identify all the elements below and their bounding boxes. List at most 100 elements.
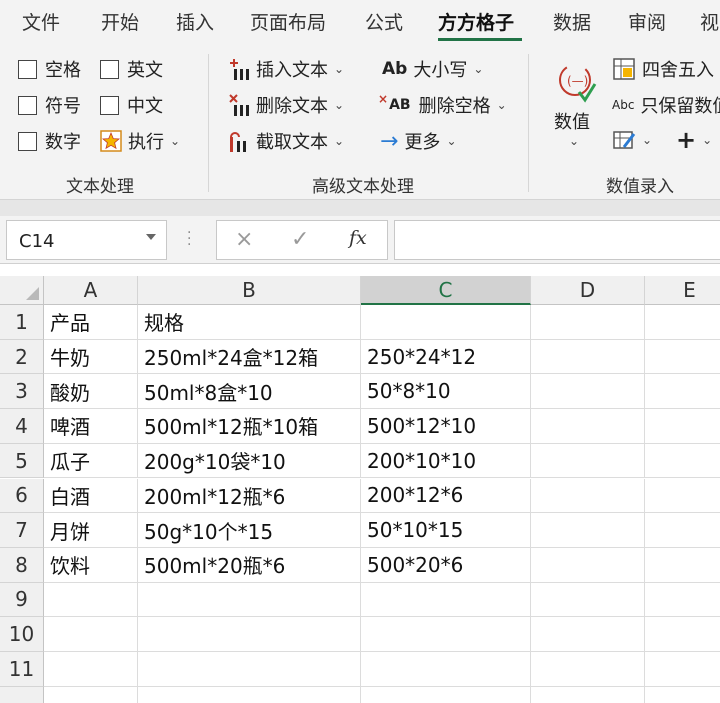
cell-b2[interactable]: 250ml*24盒*12箱	[138, 339, 361, 375]
cell-d9[interactable]	[531, 582, 645, 618]
round-button[interactable]: 四舍五入	[612, 56, 714, 82]
cell-c2[interactable]: 250*24*12	[361, 339, 531, 375]
cell-d4[interactable]	[531, 409, 645, 444]
cell-e3[interactable]	[645, 374, 720, 410]
cell-e2[interactable]	[645, 340, 720, 375]
cell-d10[interactable]	[531, 617, 645, 652]
cell-b12[interactable]	[138, 686, 361, 703]
insert-function-icon[interactable]: fx	[349, 227, 367, 249]
cell-b6[interactable]: 200ml*12瓶*6	[138, 478, 361, 514]
insert-text-button[interactable]: 插入文本 ⌄	[228, 56, 344, 82]
delete-text-button[interactable]: 删除文本 ⌄	[228, 92, 344, 118]
cell-c8[interactable]: 500*20*6	[361, 547, 531, 583]
cell-c11[interactable]	[361, 652, 531, 687]
cell-c9[interactable]	[361, 582, 531, 618]
checkbox-english[interactable]: 英文	[100, 56, 163, 82]
value-button[interactable]: (—) 数值 ⌄	[548, 60, 604, 164]
cell-e11[interactable]	[645, 652, 720, 687]
extract-text-button[interactable]: 截取文本 ⌄	[228, 128, 344, 154]
checkbox-chinese[interactable]: 中文	[100, 92, 163, 118]
case-button[interactable]: Ab 大小写 ⌄	[382, 56, 483, 82]
column-header-a[interactable]: A	[44, 276, 138, 305]
tab-formulas[interactable]: 公式	[365, 8, 403, 35]
row-header[interactable]: 9	[0, 582, 44, 618]
cell-a2[interactable]: 牛奶	[44, 339, 138, 375]
checkbox-box[interactable]	[18, 131, 37, 151]
cell-e5[interactable]	[645, 444, 720, 479]
cell-e9[interactable]	[645, 583, 720, 618]
cell-b9[interactable]	[138, 582, 361, 618]
row-header[interactable]: 7	[0, 513, 44, 548]
tab-page-layout[interactable]: 页面布局	[250, 8, 326, 35]
cell-c12[interactable]	[361, 686, 531, 703]
cell-d7[interactable]	[531, 513, 645, 548]
tab-insert[interactable]: 插入	[176, 8, 214, 35]
cancel-icon[interactable]: ×	[235, 227, 253, 252]
cell-e7[interactable]	[645, 513, 720, 548]
cell-d3[interactable]	[531, 374, 645, 410]
checkbox-number[interactable]: 数字	[18, 128, 81, 154]
cell-a3[interactable]: 酸奶	[44, 374, 138, 410]
cell-a1[interactable]: 产品	[44, 305, 138, 340]
cell-e10[interactable]	[645, 617, 720, 652]
cell-c1[interactable]	[361, 305, 531, 340]
cell-c4[interactable]: 500*12*10	[361, 409, 531, 444]
cell-d8[interactable]	[531, 547, 645, 583]
cell-d11[interactable]	[531, 652, 645, 687]
cell-e6[interactable]	[645, 479, 720, 514]
row-header[interactable]: 4	[0, 409, 44, 444]
cell-e4[interactable]	[645, 409, 720, 444]
row-header[interactable]: 10	[0, 617, 44, 652]
cell-d12[interactable]	[531, 686, 645, 703]
table-edit-button[interactable]: ⌄	[612, 128, 652, 152]
cell-e1[interactable]	[645, 305, 720, 340]
cell-a11[interactable]	[44, 652, 138, 687]
drag-handle-icon[interactable]: · · ·	[187, 226, 191, 252]
cell-b10[interactable]	[138, 617, 361, 652]
cell-b5[interactable]: 200g*10袋*10	[138, 443, 361, 479]
cell-a10[interactable]	[44, 617, 138, 652]
checkbox-box[interactable]	[18, 95, 37, 115]
formula-input[interactable]	[394, 220, 720, 260]
checkbox-space[interactable]: 空格	[18, 56, 81, 82]
row-header[interactable]: 3	[0, 374, 44, 410]
cell-b11[interactable]	[138, 652, 361, 687]
row-header[interactable]: 1	[0, 305, 44, 340]
cell-b7[interactable]: 50g*10个*15	[138, 513, 361, 548]
tab-fangfang-gezi[interactable]: 方方格子	[438, 8, 514, 35]
cell-e12[interactable]	[645, 687, 720, 703]
checkbox-symbol[interactable]: 符号	[18, 92, 81, 118]
tab-data[interactable]: 数据	[553, 8, 591, 35]
checkbox-box[interactable]	[18, 59, 37, 79]
cell-c10[interactable]	[361, 617, 531, 652]
cell-b1[interactable]: 规格	[138, 305, 361, 340]
row-header[interactable]: 11	[0, 652, 44, 687]
cell-d1[interactable]	[531, 305, 645, 340]
cell-a12[interactable]	[44, 686, 138, 703]
keep-value-button[interactable]: Abc 只保留数值	[612, 92, 720, 118]
checkbox-box[interactable]	[100, 59, 119, 79]
cell-a4[interactable]: 啤酒	[44, 409, 138, 444]
tab-file[interactable]: 文件	[22, 8, 60, 35]
cell-d2[interactable]	[531, 339, 645, 375]
row-header[interactable]: 8	[0, 547, 44, 583]
tab-home[interactable]: 开始	[101, 8, 139, 35]
row-header[interactable]: 2	[0, 339, 44, 375]
column-header-e[interactable]: E	[645, 276, 720, 305]
more-button[interactable]: → 更多 ⌄	[380, 128, 457, 154]
dropdown-arrow-icon[interactable]	[146, 234, 156, 240]
column-header-d[interactable]: D	[531, 276, 645, 305]
execute-button[interactable]: 执行 ⌄	[100, 128, 180, 154]
column-header-b[interactable]: B	[138, 276, 361, 305]
cell-c7[interactable]: 50*10*15	[361, 513, 531, 548]
select-all-corner[interactable]	[0, 276, 44, 305]
cell-c6[interactable]: 200*12*6	[361, 478, 531, 514]
row-header[interactable]: 6	[0, 478, 44, 514]
cell-e8[interactable]	[645, 548, 720, 583]
cell-a6[interactable]: 白酒	[44, 478, 138, 514]
cell-b8[interactable]: 500ml*20瓶*6	[138, 547, 361, 583]
cell-d5[interactable]	[531, 443, 645, 479]
cell-a5[interactable]: 瓜子	[44, 443, 138, 479]
cell-d6[interactable]	[531, 478, 645, 514]
cell-a9[interactable]	[44, 582, 138, 618]
